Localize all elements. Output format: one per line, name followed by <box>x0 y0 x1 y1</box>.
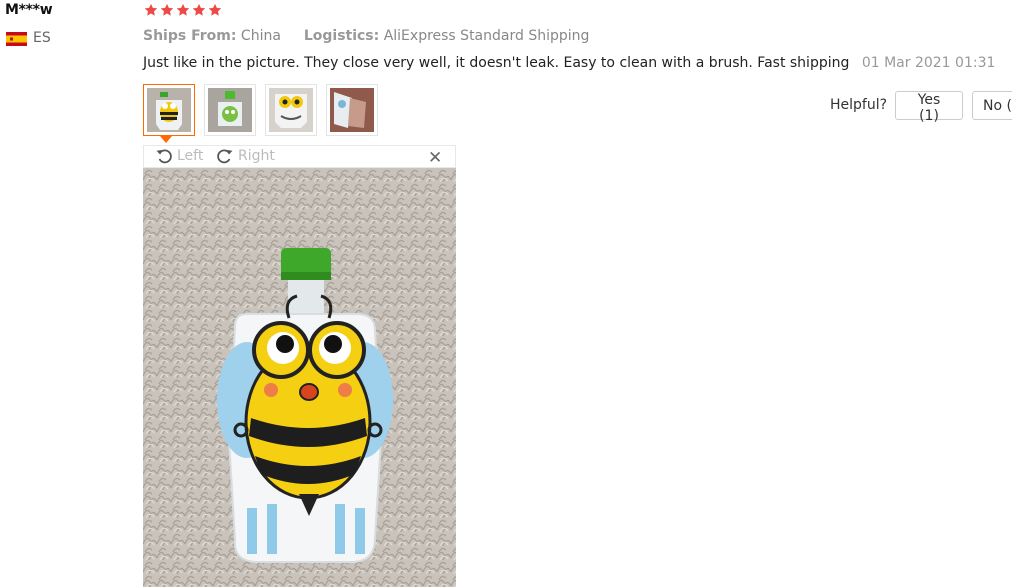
rotate-left-label: Left <box>177 148 204 164</box>
star-icon <box>192 3 206 16</box>
helpful-label: Helpful? <box>830 97 888 113</box>
star-icon <box>144 3 158 16</box>
star-icon <box>176 3 190 16</box>
reviewer-name: M***w <box>5 2 53 18</box>
photo-thumbnail[interactable] <box>204 84 256 136</box>
pouch-hand-photo <box>330 88 374 132</box>
ships-from-value: China <box>240 28 281 44</box>
star-rating <box>144 3 222 17</box>
review-text: Just like in the picture. They close ver… <box>143 55 850 71</box>
photo-thumbnail[interactable] <box>326 84 378 136</box>
review-date: 01 Mar 2021 01:31 <box>861 55 996 71</box>
rotate-right-label: Right <box>238 148 275 164</box>
photo-thumbnail[interactable] <box>143 84 195 136</box>
star-icon <box>160 3 174 16</box>
pouch-photo <box>208 88 252 132</box>
rotate-right-button[interactable]: Right <box>216 147 275 165</box>
close-icon[interactable]: ✕ <box>428 148 442 168</box>
rotate-left-button[interactable]: Left <box>155 147 203 165</box>
pouch-closeup-photo <box>269 88 313 132</box>
review-content: Just like in the picture. They close ver… <box>143 55 995 71</box>
rotate-left-icon <box>156 149 172 164</box>
logistics-value: AliExpress Standard Shipping <box>383 28 590 44</box>
star-icon <box>208 3 222 16</box>
ships-from-label: Ships From: <box>143 28 237 44</box>
logistics-label: Logistics: <box>303 28 380 44</box>
bee-pouch-photo <box>147 88 191 132</box>
helpful-yes-button[interactable]: Yes (1) <box>895 91 963 124</box>
review-photo-large[interactable] <box>143 168 456 587</box>
shipping-info: Ships From: China Logistics: AliExpress … <box>143 28 589 44</box>
photo-thumbnails <box>143 84 378 136</box>
rotate-right-icon <box>217 149 233 164</box>
helpful-no-button[interactable]: No ( <box>972 91 1012 120</box>
selected-thumbnail-indicator <box>160 136 172 143</box>
photo-thumbnail[interactable] <box>265 84 317 136</box>
reviewer-country: ES <box>33 30 51 46</box>
spain-flag-icon <box>6 32 27 46</box>
